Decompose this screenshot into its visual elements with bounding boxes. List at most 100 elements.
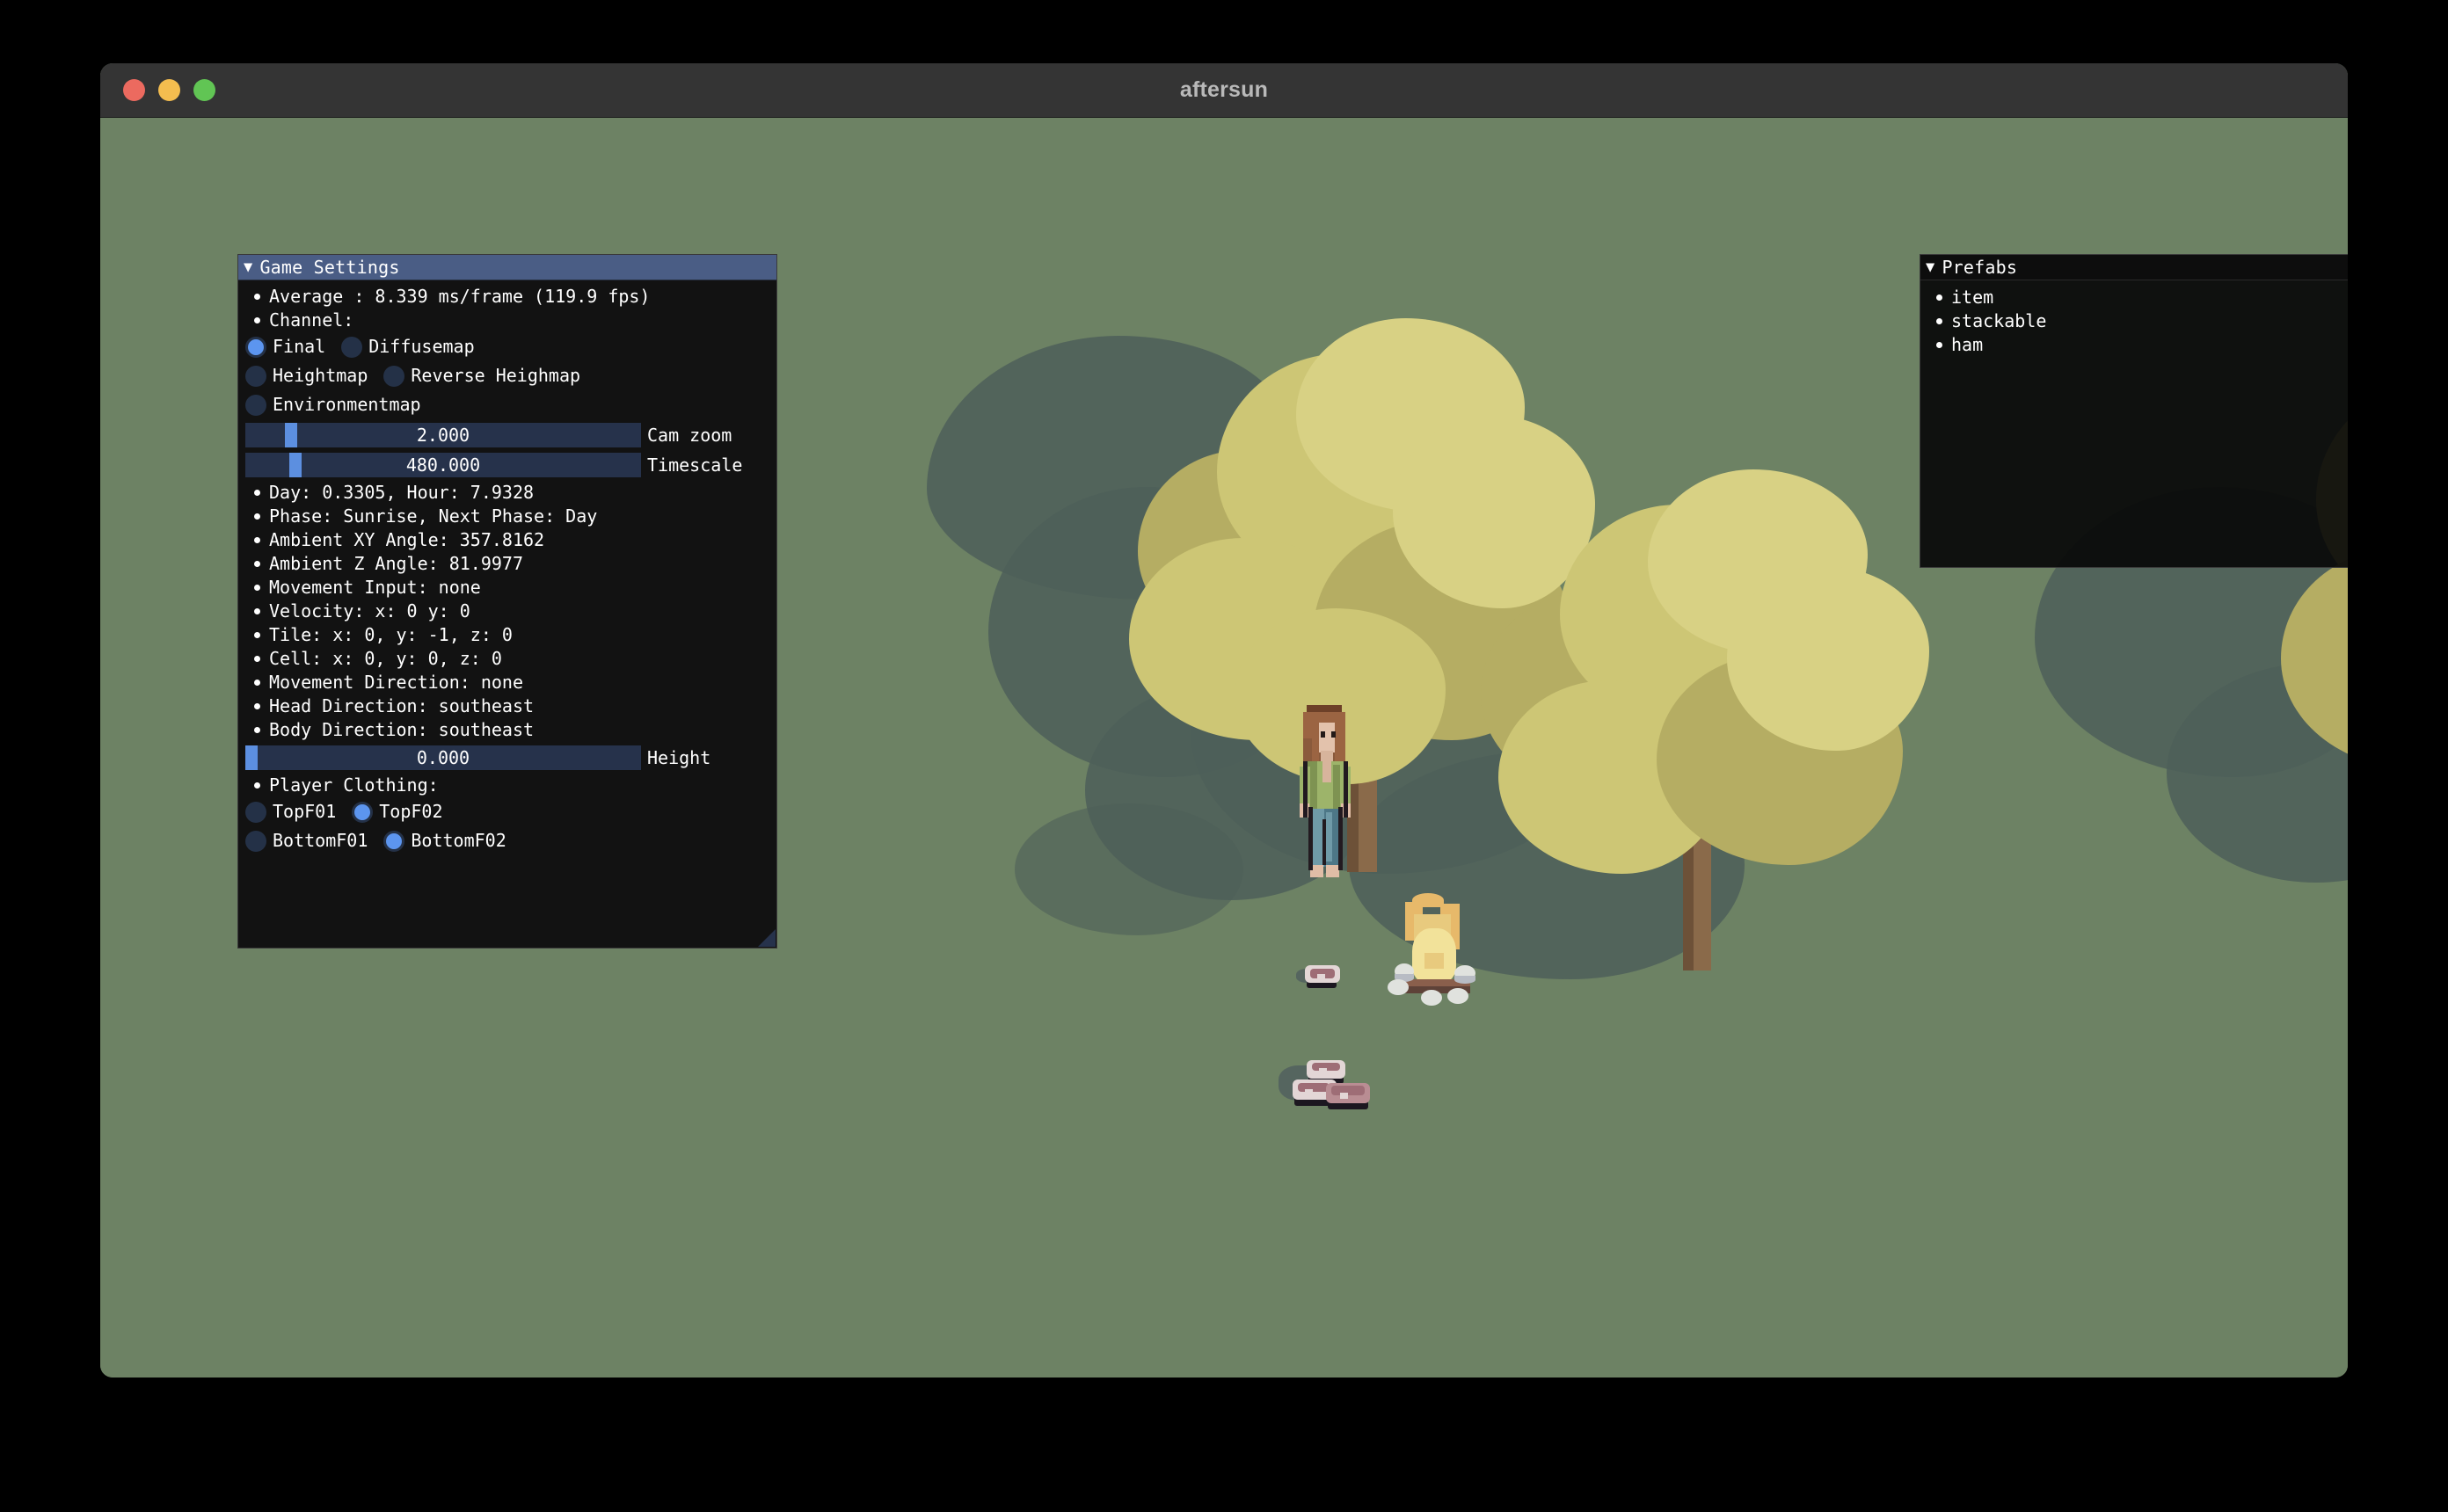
channel-label: Channel: (269, 309, 354, 331)
bullet-icon (254, 585, 260, 591)
stat-row-phase: Phase: Sunrise, Next Phase: Day (245, 505, 769, 528)
bullet-icon (254, 727, 260, 733)
bullet-icon (1936, 294, 1942, 301)
bullet-icon (254, 680, 260, 686)
ham-item[interactable] (1296, 958, 1345, 993)
ham-stack[interactable] (1279, 1057, 1375, 1127)
bullet-icon (254, 537, 260, 543)
panel-resize-handle[interactable] (758, 929, 776, 947)
radio-topf01[interactable] (245, 801, 266, 823)
stat-row-cell: Cell: x: 0, y: 0, z: 0 (245, 647, 769, 671)
radio-diffusemap-label: Diffusemap (368, 336, 475, 357)
channel-radio-row-3: Environmentmap (245, 390, 769, 419)
radio-heightmap-label: Heightmap (273, 365, 368, 386)
stat-row-movement-input: Movement Input: none (245, 576, 769, 600)
radio-final[interactable] (245, 336, 266, 358)
game-settings-header[interactable]: ▼ Game Settings (238, 255, 776, 280)
prefab-list-item[interactable]: stackable (1927, 309, 2348, 333)
cam-zoom-value: 2.000 (416, 424, 470, 446)
height-label: Height (647, 746, 711, 768)
bullet-icon (254, 561, 260, 567)
radio-bottomf02[interactable] (383, 830, 405, 852)
cam-zoom-slider-row: 2.000 Cam zoom (245, 421, 769, 449)
stat-ambient-z-angle: Ambient Z Angle: 81.9977 (269, 553, 523, 574)
radio-topf02[interactable] (352, 801, 374, 823)
radio-diffusemap[interactable] (341, 336, 363, 358)
stat-movement-input: Movement Input: none (269, 577, 481, 598)
bullet-icon (254, 490, 260, 496)
stat-row-velocity: Velocity: x: 0 y: 0 (245, 600, 769, 623)
bullet-icon (1936, 342, 1942, 348)
average-framerate-value: Average : 8.339 ms/frame (119.9 fps) (269, 286, 651, 307)
cam-zoom-slider-handle[interactable] (285, 423, 297, 447)
maximize-window-button[interactable] (193, 79, 215, 101)
stat-row-ambient-xy: Ambient XY Angle: 357.8162 (245, 528, 769, 552)
game-settings-panel[interactable]: ▼ Game Settings Average : 8.339 ms/frame… (237, 254, 777, 949)
radio-environmentmap[interactable] (245, 394, 266, 416)
application-window: aftersun ▼ Game Settings Average: 8.339… (100, 63, 2348, 1378)
stat-movement-direction: Movement Direction: none (269, 672, 523, 693)
channel-radio-row-1: Final Diffusemap (245, 332, 769, 361)
collapse-caret-icon[interactable]: ▼ (244, 259, 252, 275)
prefabs-body: item stackable ham (1920, 280, 2348, 357)
height-slider-handle[interactable] (245, 745, 258, 770)
collapse-caret-icon[interactable]: ▼ (1926, 259, 1934, 275)
stat-body-direction: Body Direction: southeast (269, 719, 535, 740)
average-framerate-row: Average : 8.339 ms/frame (119.9 fps) (245, 285, 769, 309)
stat-tile: Tile: x: 0, y: -1, z: 0 (269, 624, 513, 645)
player-character[interactable] (1294, 703, 1356, 883)
close-window-button[interactable] (123, 79, 145, 101)
prefab-ham-label: ham (1951, 334, 1984, 355)
game-settings-body: Average : 8.339 ms/frame (119.9 fps) Cha… (238, 280, 776, 855)
radio-bottomf02-label: BottomF02 (411, 830, 506, 851)
bullet-icon (1936, 318, 1942, 324)
timescale-slider-handle[interactable] (288, 453, 302, 477)
stat-phase: Phase: Sunrise, Next Phase: Day (269, 505, 598, 527)
window-title: aftersun (1179, 77, 1269, 102)
clothing-bottom-row: BottomF01 BottomF02 (245, 826, 769, 855)
radio-environmentmap-label: Environmentmap (273, 394, 421, 415)
height-slider[interactable]: 0.000 (245, 745, 641, 770)
cam-zoom-label: Cam zoom (647, 424, 732, 446)
prefabs-panel[interactable]: ▼ Prefabs item stackable ham (1920, 254, 2348, 568)
tree-center-right (1481, 469, 1938, 970)
prefab-item-label: item (1951, 287, 1994, 308)
player-clothing-row: Player Clothing: (245, 774, 769, 797)
stat-row-ambient-z: Ambient Z Angle: 81.9977 (245, 552, 769, 576)
prefabs-title: Prefabs (1942, 256, 2018, 278)
stat-row-body-direction: Body Direction: southeast (245, 718, 769, 742)
prefab-list-item[interactable]: item (1927, 286, 2348, 309)
prefab-list-item[interactable]: ham (1927, 333, 2348, 357)
game-viewport[interactable]: ▼ Game Settings Average : 8.339 ms/frame… (100, 118, 2348, 1378)
game-settings-title: Game Settings (259, 256, 400, 278)
height-value: 0.000 (416, 746, 470, 768)
prefab-stackable-label: stackable (1951, 310, 2047, 331)
prefabs-header[interactable]: ▼ Prefabs (1920, 255, 2348, 280)
radio-bottomf01[interactable] (245, 830, 266, 852)
stat-row-tile: Tile: x: 0, y: -1, z: 0 (245, 623, 769, 647)
bullet-icon (254, 632, 260, 638)
timescale-value: 480.000 (405, 454, 481, 476)
timescale-slider[interactable]: 480.000 (245, 453, 641, 477)
stat-ambient-xy-angle: Ambient XY Angle: 357.8162 (269, 529, 545, 550)
campfire[interactable] (1386, 884, 1484, 1007)
stat-row-movement-direction: Movement Direction: none (245, 671, 769, 694)
cam-zoom-slider[interactable]: 2.000 (245, 423, 641, 447)
channel-row: Channel: (245, 309, 769, 332)
radio-bottomf01-label: BottomF01 (273, 830, 368, 851)
stat-head-direction: Head Direction: southeast (269, 695, 535, 716)
minimize-window-button[interactable] (158, 79, 180, 101)
height-slider-row: 0.000 Height (245, 744, 769, 772)
radio-topf01-label: TopF01 (273, 801, 337, 822)
radio-reverse-heighmap[interactable] (383, 365, 405, 387)
bullet-icon (254, 608, 260, 614)
window-titlebar[interactable]: aftersun (100, 63, 2348, 118)
stat-day-hour: Day: 0.3305, Hour: 7.9328 (269, 482, 535, 503)
bullet-icon (254, 317, 260, 323)
radio-heightmap[interactable] (245, 365, 266, 387)
channel-radio-row-2: Heightmap Reverse Heighmap (245, 361, 769, 390)
radio-topf02-label: TopF02 (379, 801, 443, 822)
stat-row-day-hour: Day: 0.3305, Hour: 7.9328 (245, 481, 769, 505)
stat-velocity: Velocity: x: 0 y: 0 (269, 600, 470, 622)
clothing-top-row: TopF01 TopF02 (245, 797, 769, 826)
